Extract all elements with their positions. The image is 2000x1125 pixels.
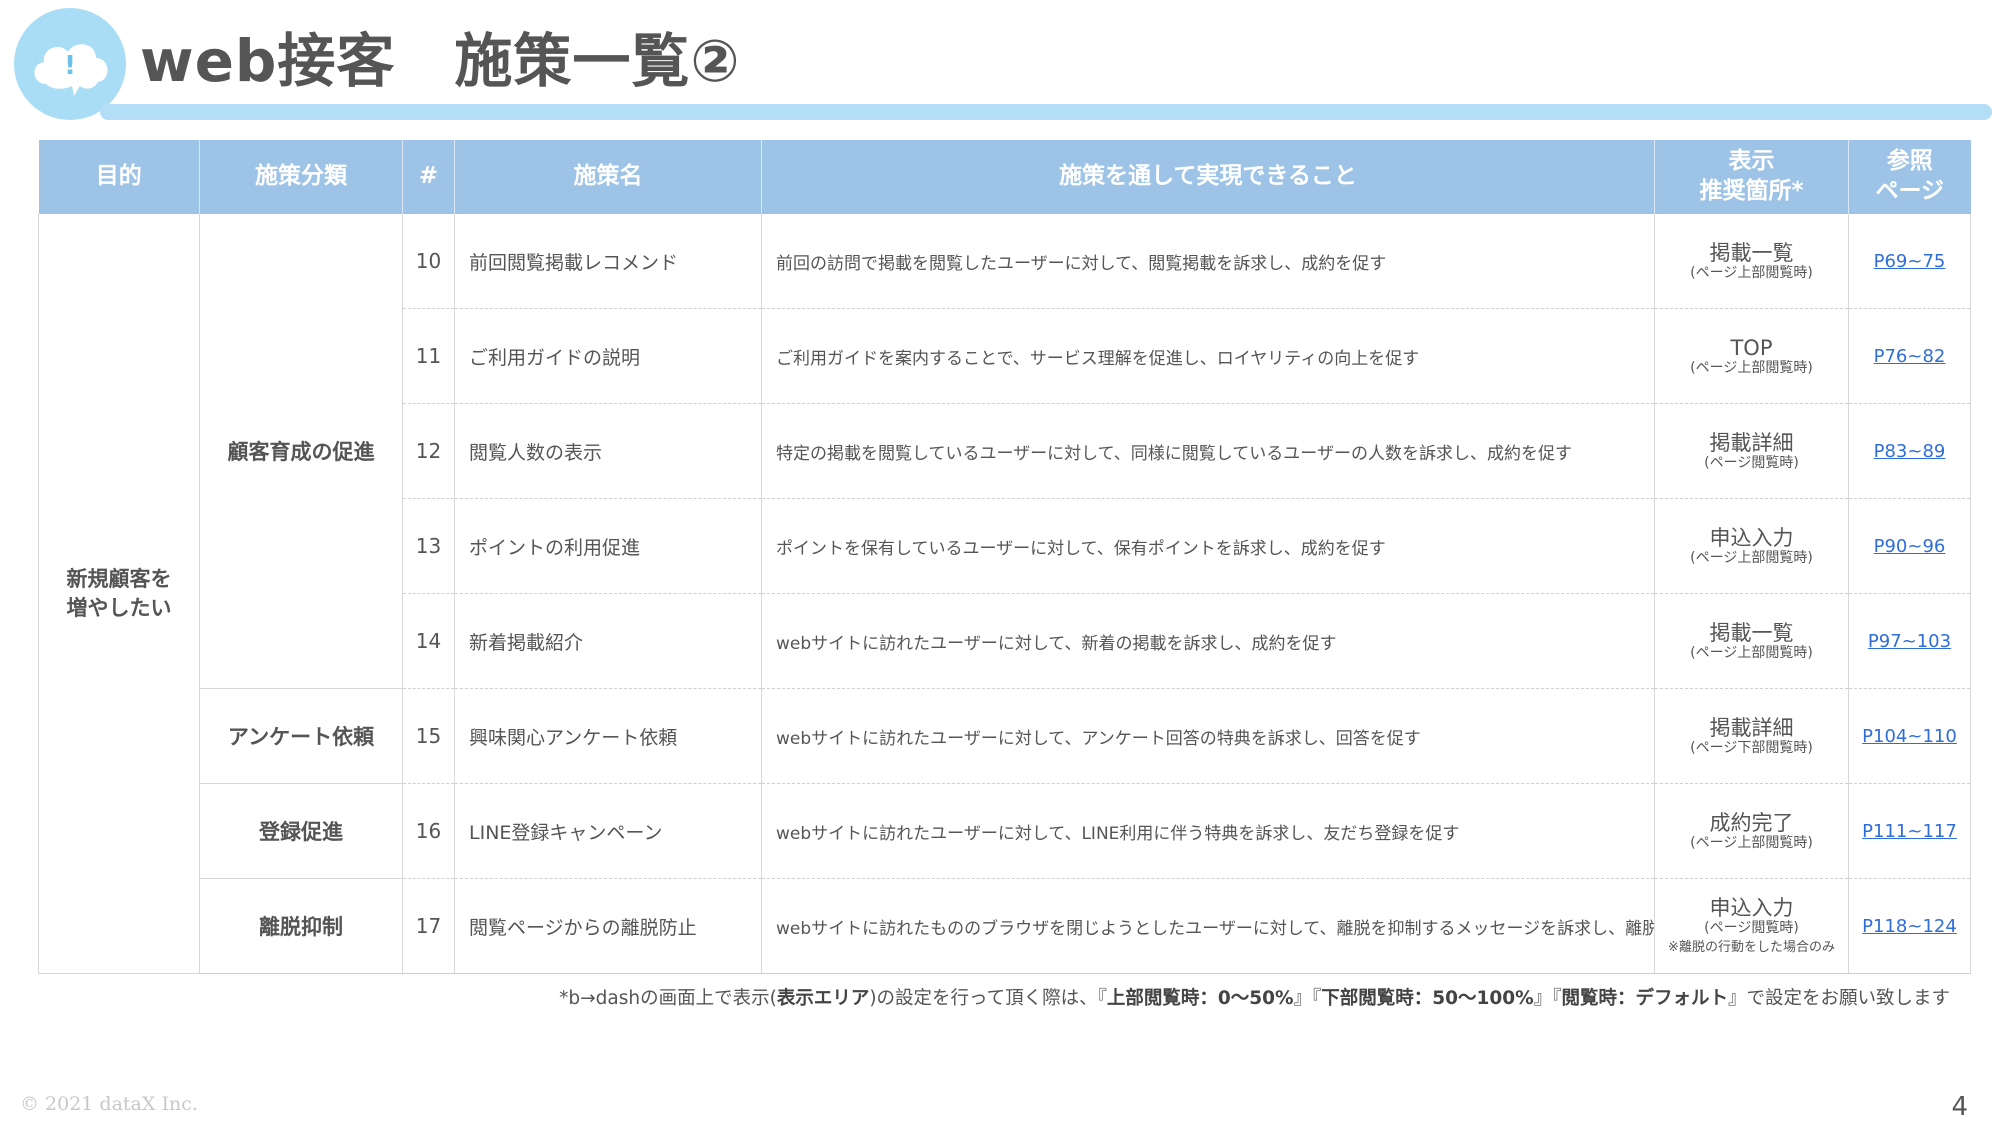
- footnote-text: )の設定を行って頂く際は、『: [869, 988, 1107, 1009]
- footnote-bold: 下部閲覧時：50～100%: [1321, 988, 1534, 1009]
- table-row: 新規顧客を 増やしたい 顧客育成の促進 10 前回閲覧掲載レコメンド 前回の訪問…: [38, 214, 1971, 974]
- row-number: 10: [402, 214, 455, 309]
- row-number: 12: [402, 403, 455, 499]
- reference-cell: P97~103: [1848, 593, 1971, 689]
- measures-table: 目的 施策分類 # 施策名 施策を通して実現できること 表示 推奨箇所* 参照 …: [38, 140, 1971, 974]
- category-cell-churn: 離脱抑制: [199, 878, 403, 974]
- col-header-category: 施策分類: [199, 140, 403, 214]
- measure-description: 特定の掲載を閲覧しているユーザーに対して、同様に閲覧しているユーザーの人数を訴求…: [761, 403, 1655, 499]
- measure-name: 興味関心アンケート依頼: [454, 688, 762, 784]
- row-number: 17: [402, 878, 455, 974]
- col-header-name: 施策名: [454, 140, 762, 214]
- location-label: 掲載一覧: [1709, 620, 1794, 645]
- reference-cell: P76~82: [1848, 308, 1971, 404]
- row-number: 11: [402, 308, 455, 404]
- location-sub: (ページ上部閲覧時): [1690, 835, 1813, 852]
- location-sub: (ページ閲覧時): [1704, 455, 1799, 472]
- reference-link[interactable]: P90~96: [1874, 536, 1946, 557]
- svg-text:!: !: [64, 51, 76, 81]
- measure-description: webサイトに訪れたもののブラウザを閉じようとしたユーザーに対して、離脱を抑制す…: [761, 878, 1655, 974]
- footnote-text: 』『: [1293, 988, 1322, 1009]
- table-row: アンケート依頼 15 興味関心アンケート依頼 webサイトに訪れたユーザーに対し…: [39, 688, 1971, 784]
- reference-cell: P69~75: [1848, 214, 1971, 309]
- measure-name: ポイントの利用促進: [454, 498, 762, 594]
- measure-description: webサイトに訪れたユーザーに対して、LINE利用に伴う特典を訴求し、友だち登録…: [761, 783, 1655, 879]
- measure-description: webサイトに訪れたユーザーに対して、新着の掲載を訴求し、成約を促す: [761, 593, 1655, 689]
- reference-cell: P104~110: [1848, 688, 1971, 784]
- speech-cloud-icon: !: [34, 44, 108, 96]
- measure-name: LINE登録キャンペーン: [454, 783, 762, 879]
- measure-description: ご利用ガイドを案内することで、サービス理解を促進し、ロイヤリティの向上を促す: [761, 308, 1655, 404]
- reference-link[interactable]: P118~124: [1862, 916, 1957, 937]
- location-sub: (ページ上部閲覧時): [1690, 550, 1813, 567]
- row-number: 13: [402, 498, 455, 594]
- display-location: 申込入力 (ページ閲覧時) ※離脱の行動をした場合のみ: [1654, 878, 1849, 974]
- footnote-text: 』『: [1533, 988, 1562, 1009]
- table-row: 登録促進 16 LINE登録キャンペーン webサイトに訪れたユーザーに対して、…: [39, 783, 1971, 879]
- location-sub: (ページ下部閲覧時): [1690, 740, 1813, 757]
- footnote: *b→dashの画面上で表示(表示エリア)の設定を行って頂く際は、『上部閲覧時：…: [559, 984, 1950, 1010]
- measure-description: 前回の訪問で掲載を閲覧したユーザーに対して、閲覧掲載を訴求し、成約を促す: [761, 214, 1655, 309]
- location-label: 掲載詳細: [1709, 715, 1794, 740]
- measure-description: webサイトに訪れたユーザーに対して、アンケート回答の特典を訴求し、回答を促す: [761, 688, 1655, 784]
- measure-description: ポイントを保有しているユーザーに対して、保有ポイントを訴求し、成約を促す: [761, 498, 1655, 594]
- table-row: 離脱抑制 17 閲覧ページからの離脱防止 webサイトに訪れたもののブラウザを閉…: [39, 878, 1971, 974]
- category-cell-register: 登録促進: [199, 783, 403, 879]
- location-label: 掲載一覧: [1709, 240, 1794, 265]
- measure-name: ご利用ガイドの説明: [454, 308, 762, 404]
- location-label: TOP: [1730, 335, 1773, 360]
- row-number: 16: [402, 783, 455, 879]
- col-header-number: #: [402, 140, 455, 214]
- row-number: 15: [402, 688, 455, 784]
- display-location: 掲載詳細 (ページ閲覧時): [1654, 403, 1849, 499]
- reference-cell: P90~96: [1848, 498, 1971, 594]
- display-location: 成約完了 (ページ上部閲覧時): [1654, 783, 1849, 879]
- reference-cell: P118~124: [1848, 878, 1971, 974]
- footnote-text: *b→dashの画面上で表示(: [559, 988, 777, 1009]
- measure-name: 閲覧ページからの離脱防止: [454, 878, 762, 974]
- reference-link[interactable]: P69~75: [1874, 251, 1946, 272]
- display-location: TOP (ページ上部閲覧時): [1654, 308, 1849, 404]
- col-header-purpose: 目的: [38, 140, 200, 214]
- col-header-reference: 参照 ページ: [1848, 140, 1971, 214]
- category-cell-growth: 顧客育成の促進: [199, 214, 403, 689]
- location-sub: (ページ上部閲覧時): [1690, 360, 1813, 377]
- measure-name: 前回閲覧掲載レコメンド: [454, 214, 762, 309]
- display-location: 掲載一覧 (ページ上部閲覧時): [1654, 593, 1849, 689]
- reference-link[interactable]: P104~110: [1862, 726, 1957, 747]
- page-number: 4: [1951, 1092, 1968, 1122]
- location-sub: (ページ上部閲覧時): [1690, 265, 1813, 282]
- purpose-cell: 新規顧客を 増やしたい: [38, 214, 200, 974]
- footnote-bold: 表示エリア: [776, 988, 870, 1009]
- location-label: 掲載詳細: [1709, 430, 1794, 455]
- col-header-description: 施策を通して実現できること: [761, 140, 1655, 214]
- reference-link[interactable]: P97~103: [1868, 631, 1951, 652]
- reference-cell: P83~89: [1848, 403, 1971, 499]
- reference-link[interactable]: P76~82: [1874, 346, 1946, 367]
- title-underline-bar: [100, 104, 1992, 120]
- copyright: © 2021 dataX Inc.: [20, 1093, 198, 1115]
- page-title: web接客 施策一覧②: [140, 27, 741, 95]
- measure-name: 新着掲載紹介: [454, 593, 762, 689]
- footnote-bold: 上部閲覧時：0～50%: [1106, 988, 1294, 1009]
- display-location: 申込入力 (ページ上部閲覧時): [1654, 498, 1849, 594]
- reference-cell: P111~117: [1848, 783, 1971, 879]
- reference-link[interactable]: P111~117: [1862, 821, 1957, 842]
- location-label: 申込入力: [1709, 895, 1794, 920]
- location-sub: (ページ閲覧時): [1704, 920, 1799, 937]
- footnote-text: 』で設定をお願い致します: [1727, 988, 1950, 1009]
- location-note: ※離脱の行動をした場合のみ: [1668, 940, 1835, 956]
- location-label: 成約完了: [1709, 810, 1794, 835]
- footnote-bold: 閲覧時：デフォルト: [1561, 988, 1728, 1009]
- category-cell-survey: アンケート依頼: [199, 688, 403, 784]
- location-label: 申込入力: [1709, 525, 1794, 550]
- measure-name: 閲覧人数の表示: [454, 403, 762, 499]
- display-location: 掲載詳細 (ページ下部閲覧時): [1654, 688, 1849, 784]
- table-header-row: 目的 施策分類 # 施策名 施策を通して実現できること 表示 推奨箇所* 参照 …: [38, 140, 1971, 214]
- row-number: 14: [402, 593, 455, 689]
- col-header-location: 表示 推奨箇所*: [1654, 140, 1849, 214]
- reference-link[interactable]: P83~89: [1874, 441, 1946, 462]
- location-sub: (ページ上部閲覧時): [1690, 645, 1813, 662]
- display-location: 掲載一覧 (ページ上部閲覧時): [1654, 214, 1849, 309]
